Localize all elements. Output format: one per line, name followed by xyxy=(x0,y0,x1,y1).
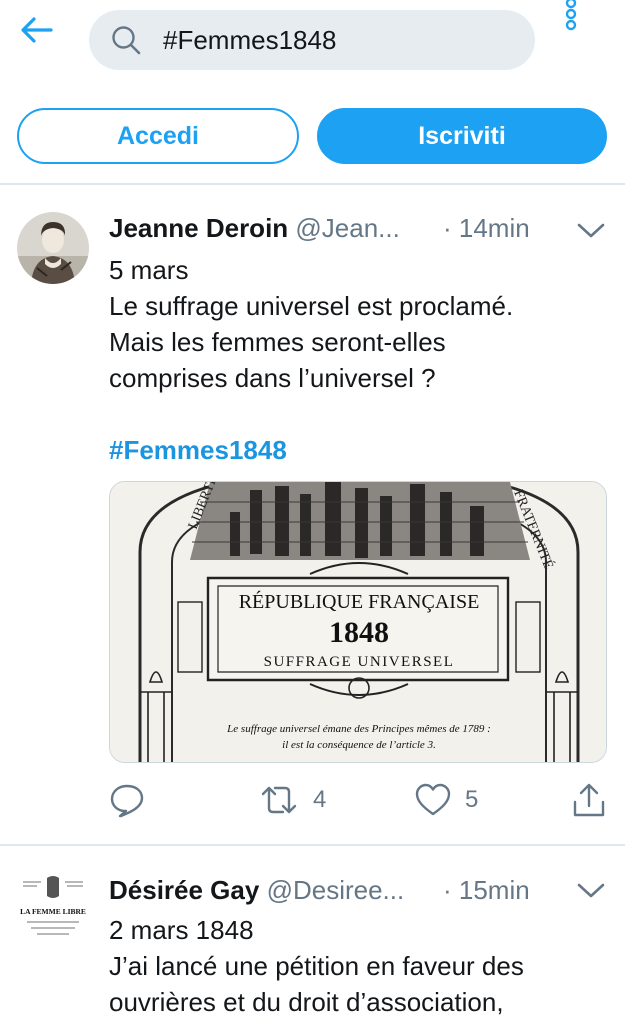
avatar-masthead-text: LA FEMME LIBRE xyxy=(20,907,86,916)
like-button[interactable]: 5 xyxy=(415,782,478,818)
more-options-button[interactable] xyxy=(558,0,586,40)
tweet[interactable]: LA FEMME LIBRE Désirée Gay @Desiree... ·… xyxy=(0,846,625,1024)
tweet-text: 5 mars Le suffrage universel est proclam… xyxy=(109,252,609,468)
retweet-icon xyxy=(261,786,297,814)
tweet-time[interactable]: · 15min xyxy=(443,874,530,906)
divider xyxy=(0,183,625,185)
tweet-text-line: 5 mars xyxy=(109,255,189,285)
tweet[interactable]: Jeanne Deroin @Jean... · 14min 5 mars Le… xyxy=(0,186,625,844)
tweet-header: Désirée Gay @Desiree... · 15min xyxy=(109,874,569,906)
share-icon xyxy=(573,783,605,817)
reply-button[interactable] xyxy=(109,782,145,818)
display-name[interactable]: Jeanne Deroin xyxy=(109,213,288,243)
heart-icon xyxy=(415,783,451,816)
tweet-actions: 4 5 xyxy=(109,782,609,818)
retweet-button[interactable]: 4 xyxy=(259,782,326,818)
chevron-down-icon[interactable] xyxy=(576,880,606,902)
user-handle[interactable]: @Desiree... xyxy=(267,875,405,905)
avatar[interactable]: LA FEMME LIBRE xyxy=(17,872,89,944)
back-button[interactable] xyxy=(18,10,58,50)
search-query: #Femmes1848 xyxy=(163,25,337,55)
tweet-text: 2 mars 1848 J’ai lancé une pétition en f… xyxy=(109,912,609,1020)
search-icon xyxy=(112,26,141,55)
like-count: 5 xyxy=(465,786,479,813)
engraving-illustration: LIBERTÉ FRATERNITÉ RÉPUBLIQUE FRANÇAISE … xyxy=(110,482,606,762)
tweet-image[interactable]: LIBERTÉ FRATERNITÉ RÉPUBLIQUE FRANÇAISE … xyxy=(109,481,607,763)
hashtag-link[interactable]: #Femmes1848 xyxy=(109,432,609,468)
retweet-count: 4 xyxy=(313,786,327,813)
tweet-text-line: 2 mars 1848 xyxy=(109,915,254,945)
more-vertical-icon xyxy=(565,0,577,31)
tweet-header: Jeanne Deroin @Jean... · 14min xyxy=(109,212,569,244)
engraving-year: 1848 xyxy=(329,616,389,649)
tweet-text-line: Mais les femmes seront-elles xyxy=(109,327,446,357)
reply-icon xyxy=(110,784,144,818)
tweet-text-line: Le suffrage universel est proclamé. xyxy=(109,291,514,321)
avatar[interactable] xyxy=(17,212,89,284)
top-bar: #Femmes1848 xyxy=(0,0,625,86)
tweet-text-line: comprises dans l’universel ? xyxy=(109,363,436,393)
display-name[interactable]: Désirée Gay xyxy=(109,875,259,905)
user-handle[interactable]: @Jean... xyxy=(295,213,399,243)
tweet-time[interactable]: · 14min xyxy=(443,212,530,244)
tweet-text-line: ouvrières et du droit d’association, xyxy=(109,987,504,1017)
engraving-subheading: SUFFRAGE UNIVERSEL xyxy=(264,654,455,670)
engraving-caption-line2: il est la conséquence de l’article 3. xyxy=(282,739,436,751)
engraving-caption-line1: Le suffrage universel émane des Principe… xyxy=(226,723,491,735)
share-button[interactable] xyxy=(571,782,607,818)
chevron-down-icon[interactable] xyxy=(576,220,606,242)
search-input[interactable]: #Femmes1848 xyxy=(89,10,535,70)
engraving-heading: RÉPUBLIQUE FRANÇAISE xyxy=(239,590,480,613)
back-arrow-icon xyxy=(21,17,53,43)
signup-button[interactable]: Iscriviti xyxy=(317,108,607,164)
tweet-text-line: J’ai lancé une pétition en faveur des xyxy=(109,951,524,981)
login-button[interactable]: Accedi xyxy=(17,108,299,164)
